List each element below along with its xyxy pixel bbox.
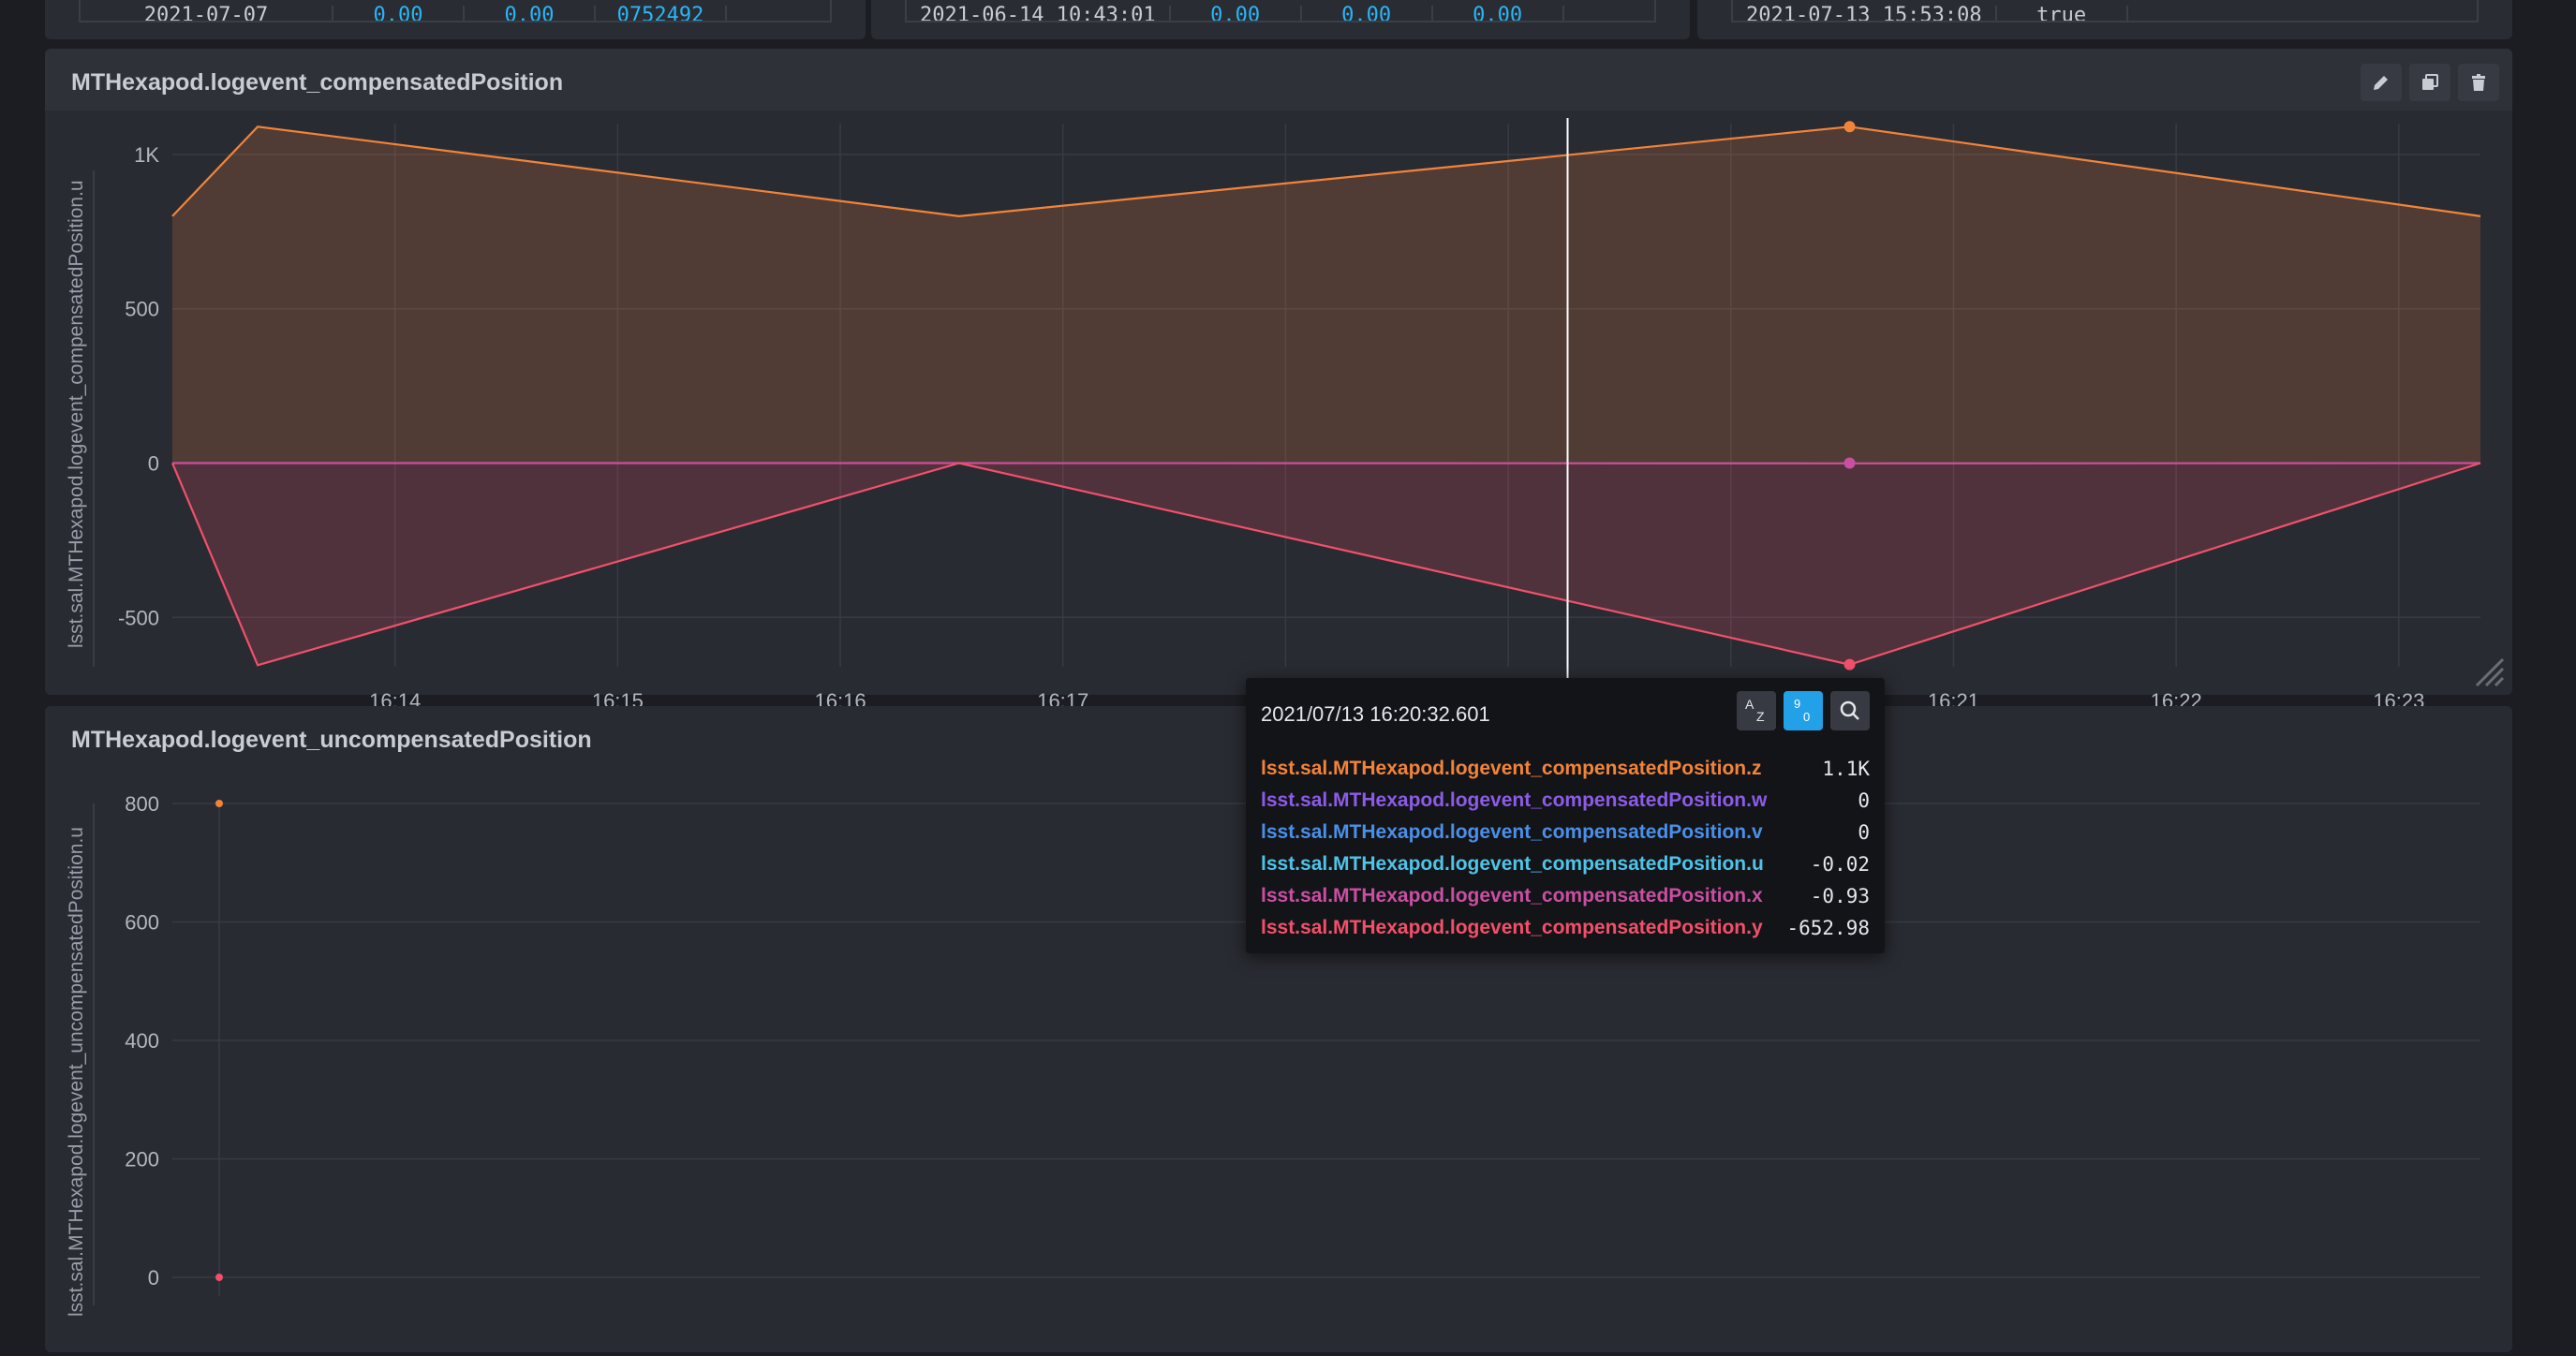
- table-cell: 2021-06-14 10:43:01: [907, 6, 1171, 21]
- sort-alpha-icon: A Z: [1745, 697, 1765, 724]
- table-row: 2021-07-13 15:53:08 true: [1731, 0, 2479, 22]
- table-row: 2021-07-07 0.00 0.00 0752492: [79, 0, 832, 22]
- series-area: [172, 126, 2480, 464]
- svg-text:9: 9: [1794, 697, 1800, 711]
- table-cell: 0.00: [1433, 6, 1564, 21]
- tooltip-row: lsst.sal.MTHexapod.logevent_compensatedP…: [1261, 785, 1870, 817]
- table-cell: 2021-07-07: [81, 6, 333, 21]
- table-cell: 0752492: [596, 6, 727, 21]
- table-row: 2021-06-14 10:43:01 0.00 0.00 0.00: [905, 0, 1656, 22]
- table-cell: 0.00: [465, 6, 596, 21]
- data-point: [215, 800, 223, 807]
- hover-point: [1843, 457, 1856, 469]
- tooltip-series-value: 0: [1858, 821, 1870, 844]
- tooltip-series-value: 1.1K: [1822, 758, 1870, 780]
- table-cell: 0.00: [1171, 6, 1302, 21]
- y-tick-label: 500: [125, 298, 159, 321]
- sort-numeric-icon: 9 0: [1794, 697, 1810, 724]
- tooltip-row: lsst.sal.MTHexapod.logevent_compensatedP…: [1261, 753, 1870, 785]
- tooltip-series-name: lsst.sal.MTHexapod.logevent_compensatedP…: [1261, 885, 1763, 906]
- table-cell: 0.00: [333, 6, 465, 21]
- tooltip-series-value: 0: [1858, 789, 1870, 812]
- top-cell-2: 2021-06-14 10:43:01 0.00 0.00 0.00: [871, 0, 1690, 39]
- hover-tooltip: 2021/07/13 16:20:32.601 A Z 9 0 lsst.sal…: [1246, 678, 1885, 953]
- graph-cell-compensated: MTHexapod.logevent_compensatedPosition l…: [45, 49, 2512, 713]
- table-cell: 0.00: [1302, 6, 1433, 21]
- search-button[interactable]: [1830, 691, 1870, 730]
- sort-numeric-button[interactable]: 9 0: [1784, 691, 1823, 730]
- top-cell-3: 2021-07-13 15:53:08 true: [1697, 0, 2512, 39]
- search-icon: [1840, 700, 1859, 720]
- tooltip-row: lsst.sal.MTHexapod.logevent_compensatedP…: [1261, 880, 1870, 912]
- y-tick-label: 0: [148, 452, 159, 476]
- y-tick-label: 200: [125, 1148, 159, 1172]
- tooltip-series-name: lsst.sal.MTHexapod.logevent_compensatedP…: [1261, 789, 1768, 811]
- tooltip-time: 2021/07/13 16:20:32.601: [1261, 702, 1490, 726]
- hover-point: [1843, 658, 1856, 671]
- svg-text:0: 0: [1803, 710, 1810, 724]
- svg-text:A: A: [1745, 697, 1754, 712]
- series-area: [172, 463, 2480, 666]
- tooltip-series-name: lsst.sal.MTHexapod.logevent_compensatedP…: [1261, 853, 1764, 875]
- resize-handle[interactable]: [2469, 652, 2507, 689]
- data-point: [215, 1274, 223, 1281]
- y-tick-label: 1K: [134, 143, 159, 167]
- y-tick-label: 600: [125, 911, 159, 935]
- tooltip-series-value: -0.02: [1810, 853, 1870, 876]
- tooltip-series-name: lsst.sal.MTHexapod.logevent_compensatedP…: [1261, 758, 1762, 779]
- tooltip-row: lsst.sal.MTHexapod.logevent_compensatedP…: [1261, 848, 1870, 880]
- tooltip-series-name: lsst.sal.MTHexapod.logevent_compensatedP…: [1261, 917, 1763, 938]
- sort-alpha-button[interactable]: A Z: [1737, 691, 1776, 730]
- chart-compensated[interactable]: 1K5000-50016:1416:1516:1616:1716:1816:19…: [45, 49, 2512, 713]
- y-tick-label: 400: [125, 1029, 159, 1053]
- hover-point: [1843, 121, 1856, 133]
- y-tick-label: -500: [118, 606, 159, 629]
- y-tick-label: 0: [148, 1266, 159, 1290]
- svg-text:Z: Z: [1756, 709, 1765, 724]
- tooltip-series-value: -0.93: [1810, 885, 1870, 907]
- tooltip-row: lsst.sal.MTHexapod.logevent_compensatedP…: [1261, 817, 1870, 848]
- tooltip-series-value: -652.98: [1786, 917, 1870, 939]
- table-cell: true: [1997, 6, 2128, 21]
- table-cell: 2021-07-13 15:53:08: [1733, 6, 1997, 21]
- tooltip-series-name: lsst.sal.MTHexapod.logevent_compensatedP…: [1261, 821, 1763, 843]
- y-tick-label: 800: [125, 792, 159, 816]
- tooltip-row: lsst.sal.MTHexapod.logevent_compensatedP…: [1261, 912, 1870, 944]
- top-cell-1: 2021-07-07 0.00 0.00 0752492: [45, 0, 866, 39]
